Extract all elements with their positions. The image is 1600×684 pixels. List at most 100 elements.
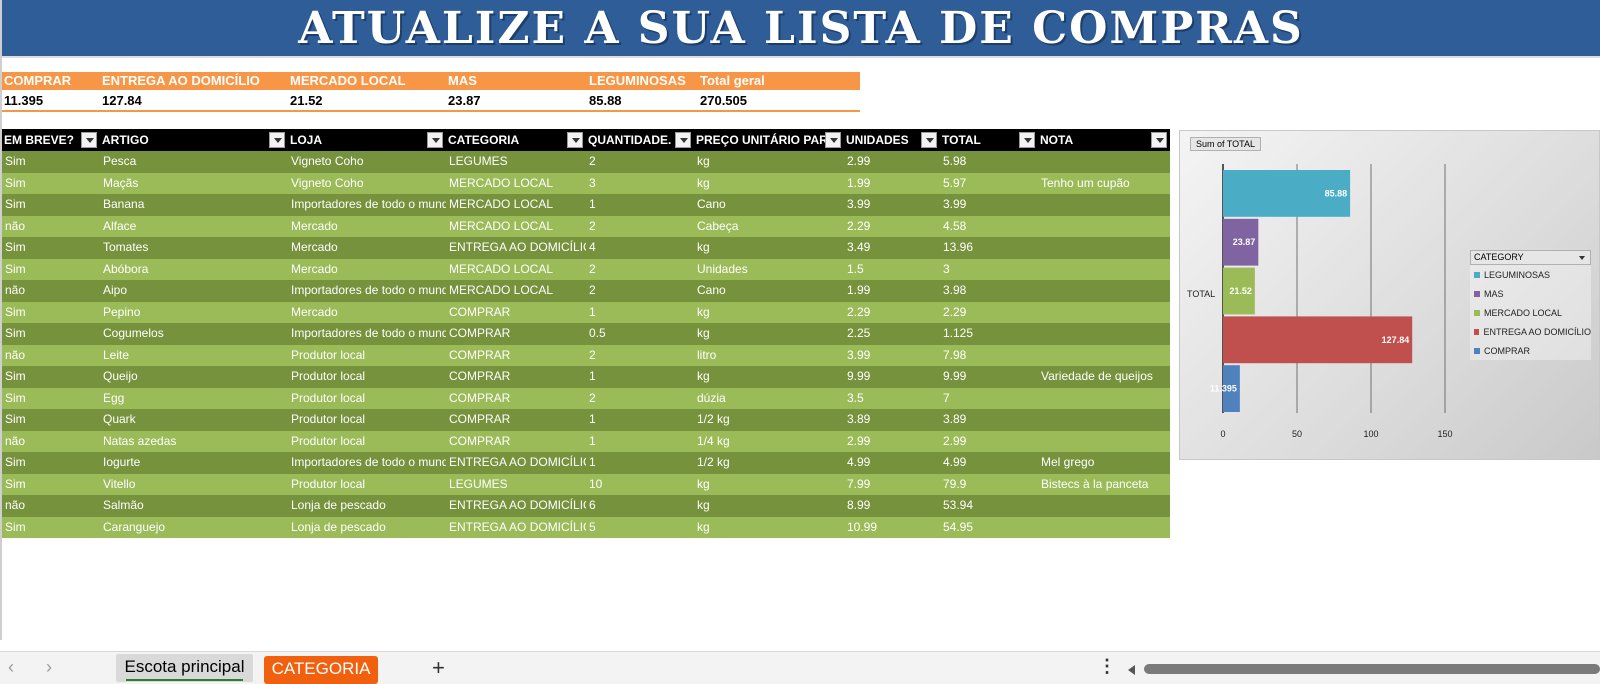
table-cell[interactable]: Importadores de todo o mund (288, 452, 446, 474)
table-cell[interactable]: MERCADO LOCAL (446, 194, 586, 216)
table-cell[interactable]: 3.99 (940, 194, 1038, 216)
table-cell[interactable]: kg (694, 517, 844, 539)
table-cell[interactable]: 3 (940, 259, 1038, 281)
table-cell[interactable]: Produtor local (288, 388, 446, 410)
table-cell[interactable]: 1 (586, 366, 694, 388)
table-cell[interactable]: COMPRAR (446, 409, 586, 431)
table-cell[interactable]: 2.29 (844, 216, 940, 238)
table-cell[interactable]: COMPRAR (446, 345, 586, 367)
table-cell[interactable]: dúzia (694, 388, 844, 410)
table-cell[interactable]: Vigneto Coho (288, 173, 446, 195)
more-vertical-icon[interactable]: ⋮ (1098, 656, 1116, 677)
table-cell[interactable]: 53.94 (940, 495, 1038, 517)
filter-dropdown-icon[interactable] (921, 132, 937, 148)
table-cell[interactable]: Importadores de todo o mund (288, 323, 446, 345)
table-cell[interactable]: Leite (100, 345, 288, 367)
filter-dropdown-icon[interactable] (567, 132, 583, 148)
table-cell[interactable]: kg (694, 366, 844, 388)
table-cell[interactable]: kg (694, 495, 844, 517)
table-cell[interactable]: 4.58 (940, 216, 1038, 238)
table-cell[interactable]: MERCADO LOCAL (446, 259, 586, 281)
table-cell[interactable]: 2.25 (844, 323, 940, 345)
table-cell[interactable]: não (2, 495, 100, 517)
summary-value-cell[interactable]: 21.52 (288, 90, 446, 110)
table-cell[interactable]: 1/2 kg (694, 452, 844, 474)
table-cell[interactable]: não (2, 216, 100, 238)
summary-value-cell[interactable]: 85.88 (587, 90, 698, 110)
table-cell[interactable]: Sim (2, 173, 100, 195)
table-cell[interactable]: kg (694, 151, 844, 173)
table-cell[interactable]: 3.99 (844, 345, 940, 367)
summary-header-cell[interactable]: ENTREGA AO DOMICÍLIO (100, 72, 288, 90)
table-cell[interactable]: Tenho um cupão (1038, 173, 1170, 195)
summary-header-cell[interactable]: Total geral (698, 72, 860, 90)
table-cell[interactable]: Pesca (100, 151, 288, 173)
pivot-bar-chart[interactable]: 0 50 100 150 TOTAL 85.88 23.87 21.52 127.84 11.39… (1179, 130, 1600, 460)
table-cell[interactable]: 2 (586, 280, 694, 302)
table-cell[interactable]: 1 (586, 452, 694, 474)
table-cell[interactable]: 2 (586, 345, 694, 367)
table-cell[interactable]: COMPRAR (446, 431, 586, 453)
table-cell[interactable]: kg (694, 237, 844, 259)
tab-categoria[interactable]: CATEGORIA (264, 656, 378, 684)
table-cell[interactable]: 1 (586, 409, 694, 431)
table-cell[interactable]: kg (694, 173, 844, 195)
table-cell[interactable] (1038, 237, 1170, 259)
table-cell[interactable]: Vitello (100, 474, 288, 496)
table-cell[interactable]: MERCADO LOCAL (446, 216, 586, 238)
table-cell[interactable]: 2 (586, 388, 694, 410)
table-cell[interactable]: Egg (100, 388, 288, 410)
table-cell[interactable]: 3.89 (940, 409, 1038, 431)
table-cell[interactable]: 10 (586, 474, 694, 496)
table-cell[interactable]: Sim (2, 323, 100, 345)
table-cell[interactable]: Salmão (100, 495, 288, 517)
table-cell[interactable]: Iogurte (100, 452, 288, 474)
table-cell[interactable]: 5.98 (940, 151, 1038, 173)
table-cell[interactable] (1038, 151, 1170, 173)
table-cell[interactable]: 3.98 (940, 280, 1038, 302)
filter-dropdown-icon[interactable] (269, 132, 285, 148)
table-cell[interactable]: Cogumelos (100, 323, 288, 345)
filter-dropdown-icon[interactable] (1019, 132, 1035, 148)
filter-dropdown-icon[interactable] (1151, 132, 1167, 148)
table-cell[interactable]: Mercado (288, 237, 446, 259)
table-cell[interactable] (1038, 216, 1170, 238)
filter-dropdown-icon[interactable] (427, 132, 443, 148)
summary-header-cell[interactable]: LEGUMINOSAS (587, 72, 698, 90)
summary-value-cell[interactable]: 11.395 (2, 90, 100, 110)
table-cell[interactable]: Mel grego (1038, 452, 1170, 474)
table-cell[interactable]: 8.99 (844, 495, 940, 517)
filter-dropdown-icon[interactable] (675, 132, 691, 148)
table-cell[interactable]: 54.95 (940, 517, 1038, 539)
table-cell[interactable]: MERCADO LOCAL (446, 280, 586, 302)
table-cell[interactable]: Cano (694, 280, 844, 302)
category-filter-button[interactable]: CATEGORY (1470, 250, 1591, 265)
table-cell[interactable]: 2.29 (940, 302, 1038, 324)
table-cell[interactable]: LEGUMES (446, 474, 586, 496)
table-cell[interactable]: Produtor local (288, 474, 446, 496)
table-cell[interactable]: LEGUMES (446, 151, 586, 173)
filter-dropdown-icon[interactable] (81, 132, 97, 148)
sum-of-total-field-button[interactable]: Sum of TOTAL (1190, 137, 1262, 151)
table-cell[interactable]: 1/4 kg (694, 431, 844, 453)
table-cell[interactable]: Bistecs à la panceta (1038, 474, 1170, 496)
table-cell[interactable]: 3.5 (844, 388, 940, 410)
table-cell[interactable]: Mercado (288, 302, 446, 324)
table-cell[interactable] (1038, 409, 1170, 431)
table-cell[interactable]: Quark (100, 409, 288, 431)
table-cell[interactable]: Sim (2, 302, 100, 324)
table-cell[interactable]: COMPRAR (446, 302, 586, 324)
summary-header-cell[interactable]: COMPRAR (2, 72, 100, 90)
table-cell[interactable]: 5 (586, 517, 694, 539)
table-cell[interactable]: Sim (2, 366, 100, 388)
chevron-right-icon[interactable]: › (46, 657, 52, 678)
table-cell[interactable]: COMPRAR (446, 388, 586, 410)
table-cell[interactable]: 2 (586, 259, 694, 281)
table-cell[interactable]: Produtor local (288, 431, 446, 453)
table-cell[interactable]: Produtor local (288, 345, 446, 367)
table-cell[interactable]: COMPRAR (446, 323, 586, 345)
table-cell[interactable]: Queijo (100, 366, 288, 388)
table-cell[interactable]: litro (694, 345, 844, 367)
table-cell[interactable]: 13.96 (940, 237, 1038, 259)
table-cell[interactable] (1038, 323, 1170, 345)
